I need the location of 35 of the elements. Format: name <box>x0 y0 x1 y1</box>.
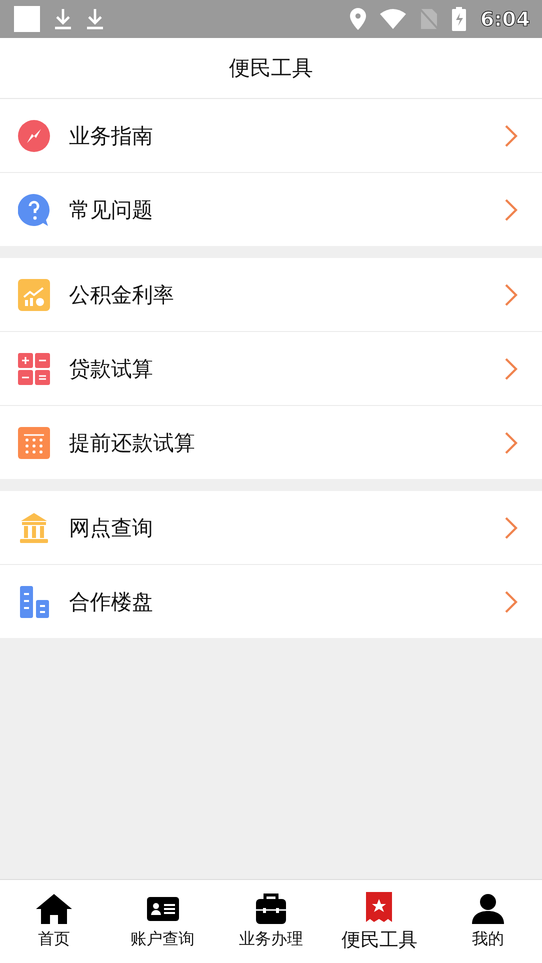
menu-item[interactable]: 贷款试算 <box>0 332 542 406</box>
chevron-right-icon <box>504 516 518 540</box>
tab-item[interactable]: 我的 <box>434 880 542 963</box>
bank-icon <box>18 512 50 544</box>
chart-icon <box>18 278 50 310</box>
tab-item[interactable]: 便民工具 <box>325 880 434 963</box>
menu-item[interactable]: 业务指南 <box>0 99 542 173</box>
battery-charging-icon <box>452 7 466 31</box>
menu-item[interactable]: 提前还款试算 <box>0 406 542 479</box>
home-icon <box>35 893 74 925</box>
tab-item[interactable]: 业务办理 <box>216 880 326 963</box>
menu-item[interactable]: 常见问题 <box>0 173 542 246</box>
chevron-right-icon <box>504 590 518 614</box>
chevron-right-icon <box>504 198 518 222</box>
chevron-right-icon <box>504 356 518 380</box>
wifi-icon <box>380 9 406 29</box>
buildings-icon <box>18 586 50 618</box>
menu-item[interactable]: 公积金利率 <box>0 258 542 332</box>
download-icon <box>86 8 104 30</box>
help-icon <box>18 194 50 226</box>
calculator-icon <box>18 352 50 384</box>
no-sim-icon <box>420 8 438 30</box>
calculator-icon <box>18 426 50 458</box>
download-icon <box>54 8 72 30</box>
menu-item[interactable]: 合作楼盘 <box>0 565 542 638</box>
chevron-right-icon <box>504 124 518 148</box>
chevron-right-icon <box>504 282 518 306</box>
chevron-right-icon <box>504 430 518 454</box>
menu-item[interactable]: 网点查询 <box>0 491 542 565</box>
page-title: 便民工具 <box>229 55 313 82</box>
location-icon <box>350 8 366 30</box>
tab-item[interactable]: 账户查询 <box>108 880 217 963</box>
clock-time: 6:04 <box>480 7 530 31</box>
tab-item[interactable]: 首页 <box>0 880 108 963</box>
notification-icon <box>14 6 40 32</box>
